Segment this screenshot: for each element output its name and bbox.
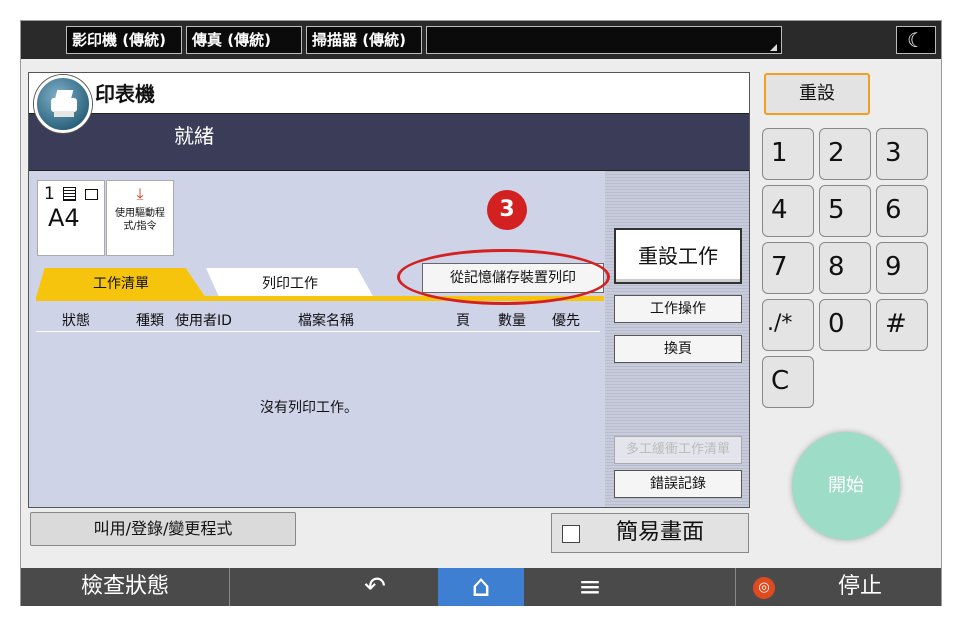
reset-job-button[interactable]: 重設工作	[614, 228, 742, 284]
status-text: 就緒	[174, 124, 214, 148]
job-operation-button[interactable]: 工作操作	[614, 295, 742, 323]
driver-label: 使用驅動程式/指令	[115, 208, 165, 232]
stop-button[interactable]: 停止	[790, 568, 930, 606]
key-3[interactable]: 3	[876, 128, 928, 180]
change-page-button[interactable]: 換頁	[614, 335, 742, 363]
tab-job-list[interactable]: 工作清單	[36, 268, 206, 298]
key-7[interactable]: 7	[762, 242, 814, 294]
reset-button[interactable]: 重設	[764, 73, 870, 115]
tab-copier[interactable]: 影印機 (傳統)	[66, 26, 182, 54]
col-quantity: 數量	[498, 313, 526, 329]
col-priority: 優先	[552, 313, 580, 329]
menu-icon[interactable]: ≡	[545, 568, 635, 606]
tab-fax[interactable]: 傳真 (傳統)	[186, 26, 302, 54]
start-button[interactable]: 開始	[792, 432, 900, 540]
key-0[interactable]: 0	[819, 299, 871, 351]
check-status-button[interactable]: 檢查狀態	[21, 568, 229, 606]
key-2[interactable]: 2	[819, 128, 871, 180]
paper-outline-icon	[84, 188, 98, 200]
key-6[interactable]: 6	[876, 185, 928, 237]
key-5[interactable]: 5	[819, 185, 871, 237]
key-clear[interactable]: C	[762, 356, 814, 408]
key-8[interactable]: 8	[819, 242, 871, 294]
stop-icon: ◎	[753, 577, 775, 599]
energy-saver-icon[interactable]: ☾	[896, 26, 936, 54]
col-user-id: 使用者ID	[175, 313, 232, 329]
divider	[229, 568, 230, 606]
key-dot-star[interactable]: ./*	[762, 299, 814, 351]
multi-buffer-list-button[interactable]: 多工緩衝工作清單	[614, 436, 742, 464]
tab-print-jobs[interactable]: 列印工作	[206, 268, 374, 298]
call-program-button[interactable]: 叫用/登錄/變更程式	[30, 512, 296, 546]
copy-count: 1	[44, 184, 98, 204]
tab-scanner[interactable]: 掃描器 (傳統)	[306, 26, 422, 54]
download-icon: ⤓	[136, 184, 144, 203]
col-file-name: 檔案名稱	[298, 313, 354, 329]
simple-screen-button[interactable]: 簡易畫面	[551, 513, 749, 553]
status-bar	[29, 113, 749, 171]
key-1[interactable]: 1	[762, 128, 814, 180]
corner-indicator-icon	[770, 44, 777, 51]
paper-size: A4	[48, 204, 80, 232]
simple-screen-label: 簡易畫面	[616, 520, 705, 545]
document-icon	[63, 187, 77, 201]
key-4[interactable]: 4	[762, 185, 814, 237]
divider	[735, 568, 736, 606]
col-type: 種類	[136, 313, 164, 329]
printer-icon	[34, 75, 92, 133]
col-pages: 頁	[456, 313, 470, 329]
page-title: 印表機	[95, 82, 155, 106]
empty-message: 沒有列印工作。	[260, 400, 358, 416]
step-number-badge: 3	[487, 190, 527, 230]
highlight-ellipse	[397, 249, 610, 305]
key-9[interactable]: 9	[876, 242, 928, 294]
key-hash[interactable]: #	[876, 299, 928, 351]
error-log-button[interactable]: 錯誤記錄	[614, 470, 742, 498]
back-icon[interactable]: ↶	[330, 568, 420, 606]
checkbox-icon	[562, 525, 580, 543]
tab-empty-slot[interactable]	[426, 26, 782, 54]
header-divider	[36, 331, 600, 332]
home-icon[interactable]: ⌂	[438, 568, 524, 606]
col-status: 狀態	[62, 313, 90, 329]
